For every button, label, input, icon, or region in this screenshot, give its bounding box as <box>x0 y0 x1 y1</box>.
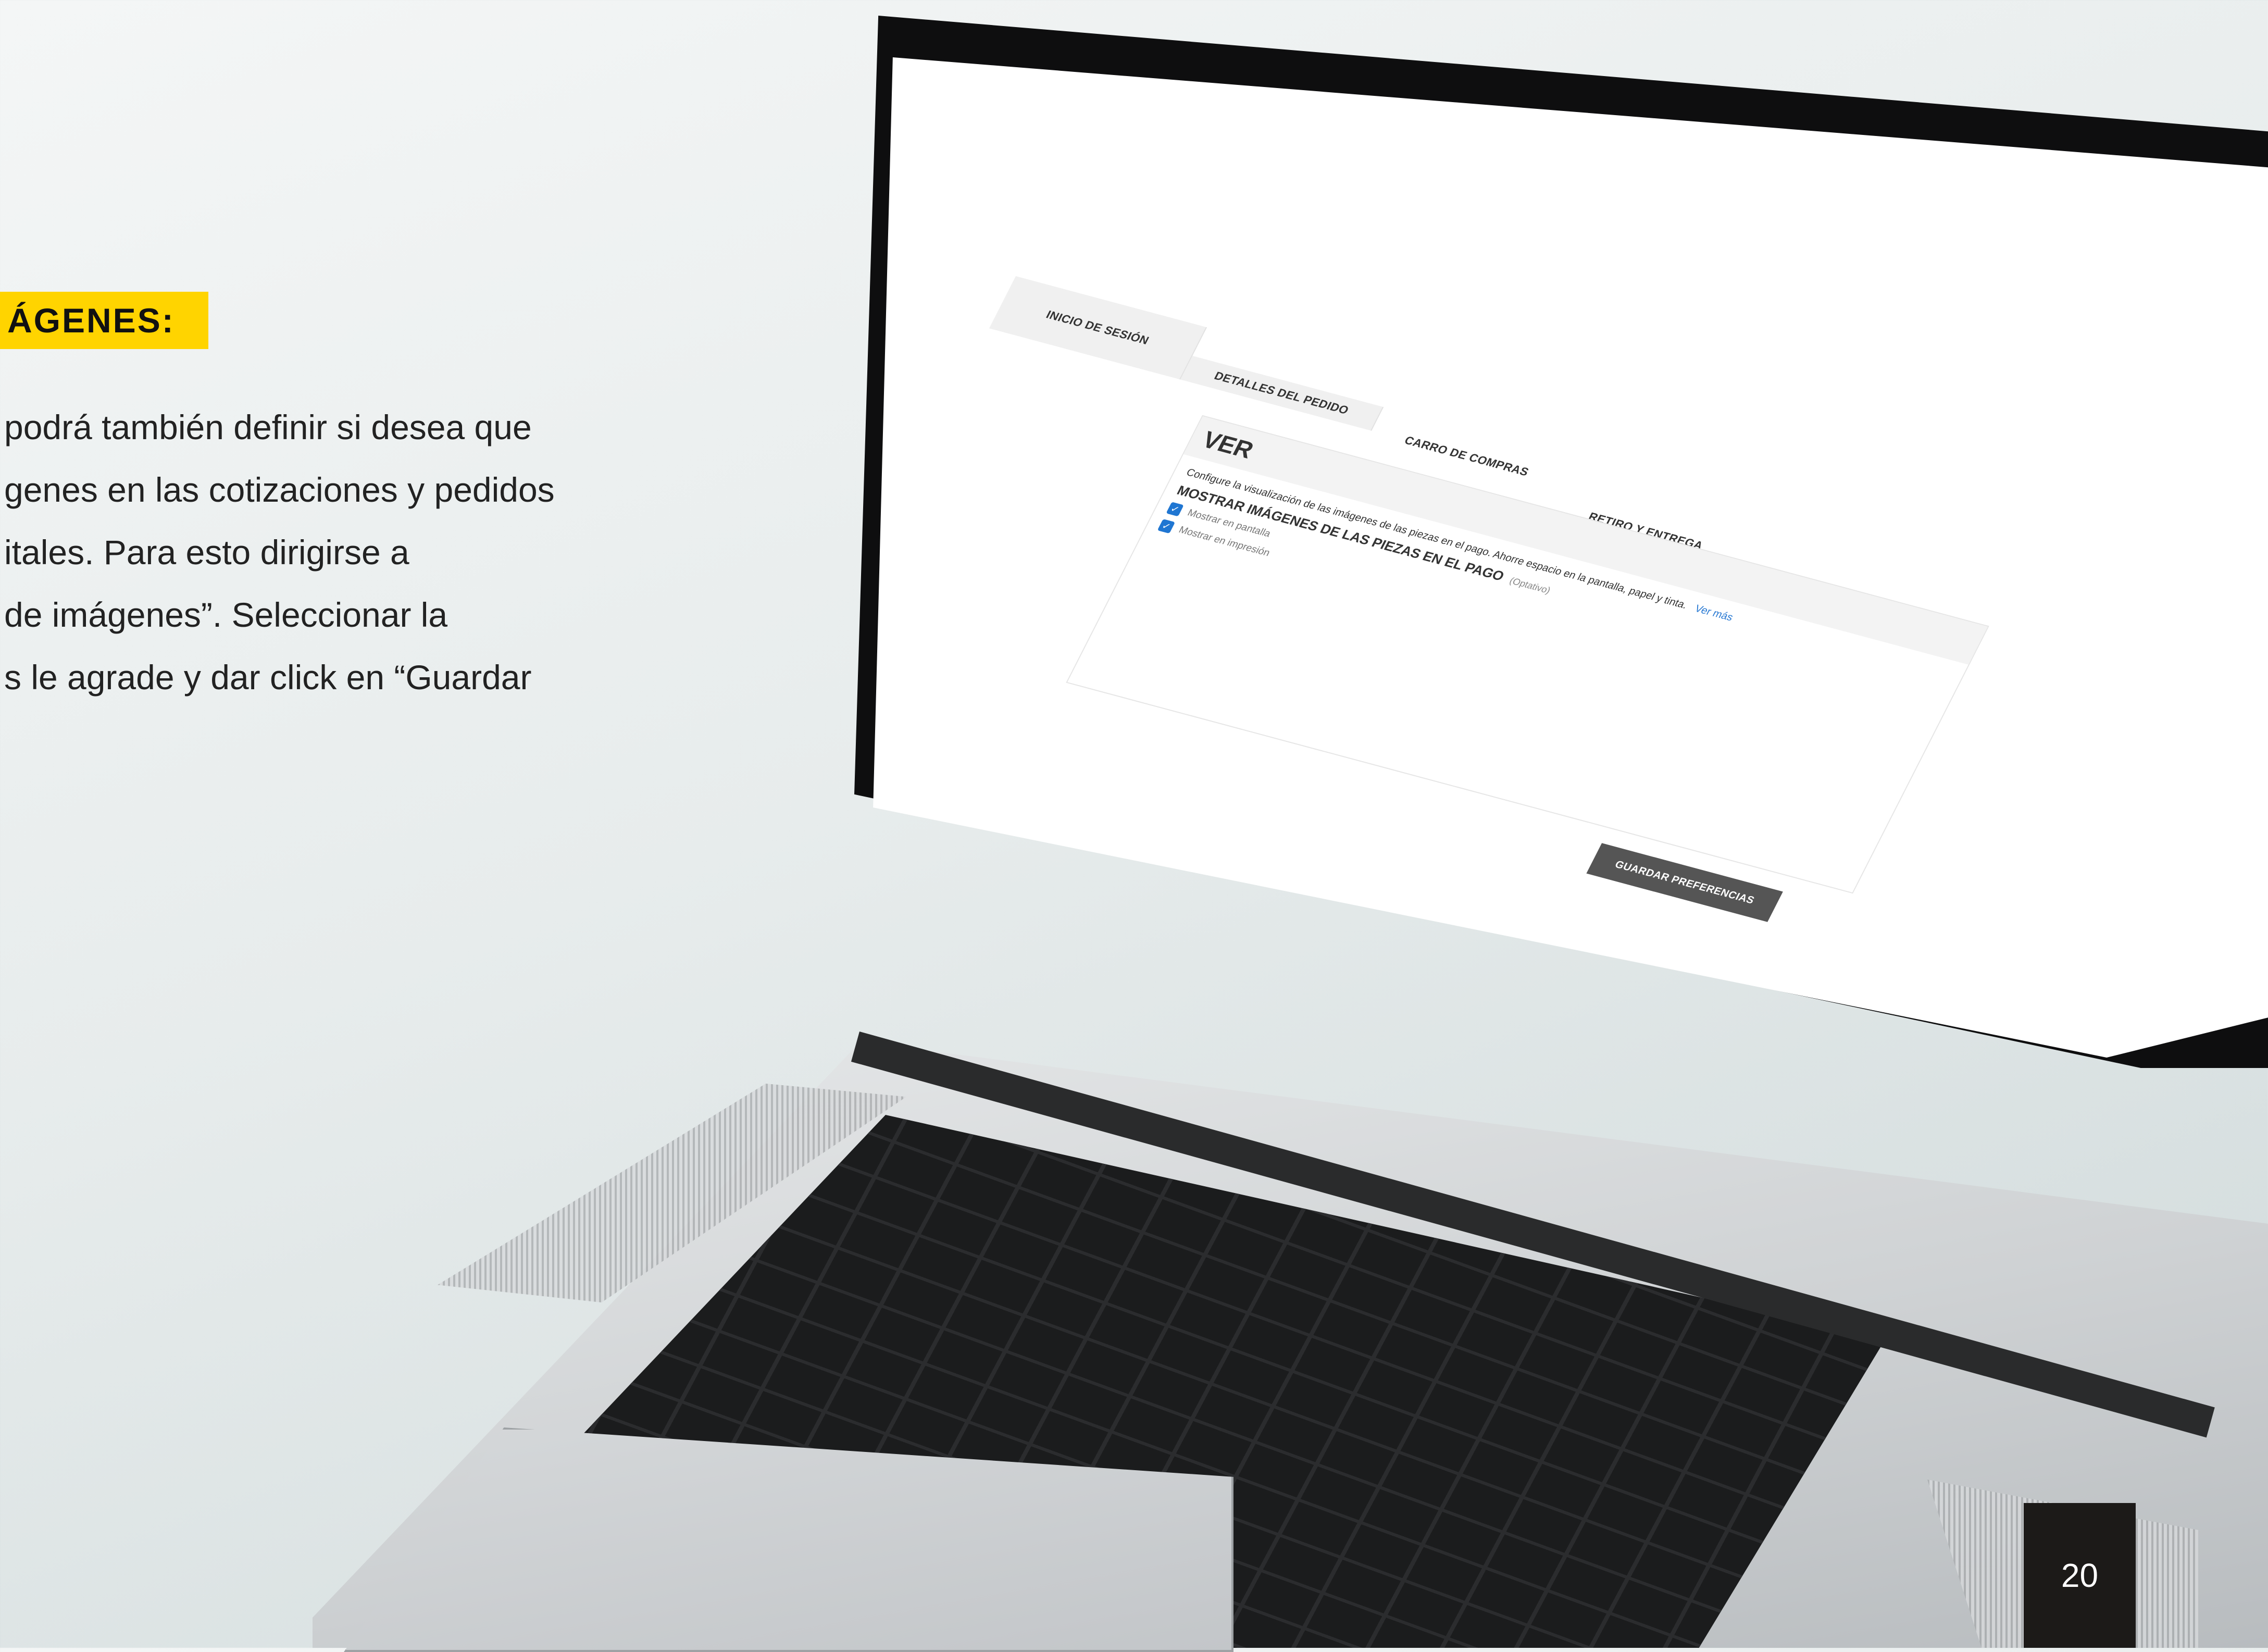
checkbox-checked-icon[interactable]: ✓ <box>1166 502 1184 517</box>
view-settings-panel: VER Configure la visualización de las im… <box>1066 415 1989 894</box>
instructions-paragraph: podrá también definir si desea que genes… <box>4 396 640 709</box>
panel-description: Configure la visualización de las imágen… <box>1172 454 1968 688</box>
paragraph-line: itales. Para esto dirigirse a <box>4 533 409 572</box>
tab-inicio-de-sesion[interactable]: INICIO DE SESIÓN <box>989 276 1207 380</box>
paragraph-line: s le agrade y dar click en “Guardar <box>4 658 532 697</box>
laptop-display: INICIO DE SESIÓN DETALLES DEL PEDIDO CAR… <box>873 57 2268 1058</box>
paragraph-line: podrá también definir si desea que <box>4 408 532 446</box>
checkbox-checked-icon[interactable]: ✓ <box>1157 519 1176 534</box>
page-number: 20 <box>2024 1503 2136 1648</box>
checkout-settings-ui: INICIO DE SESIÓN DETALLES DEL PEDIDO CAR… <box>873 276 2163 1058</box>
paragraph-line: genes en las cotizaciones y pedidos <box>4 470 555 509</box>
section-heading: ÁGENES: <box>0 292 208 349</box>
paragraph-line: de imágenes”. Seleccionar la <box>4 595 448 634</box>
